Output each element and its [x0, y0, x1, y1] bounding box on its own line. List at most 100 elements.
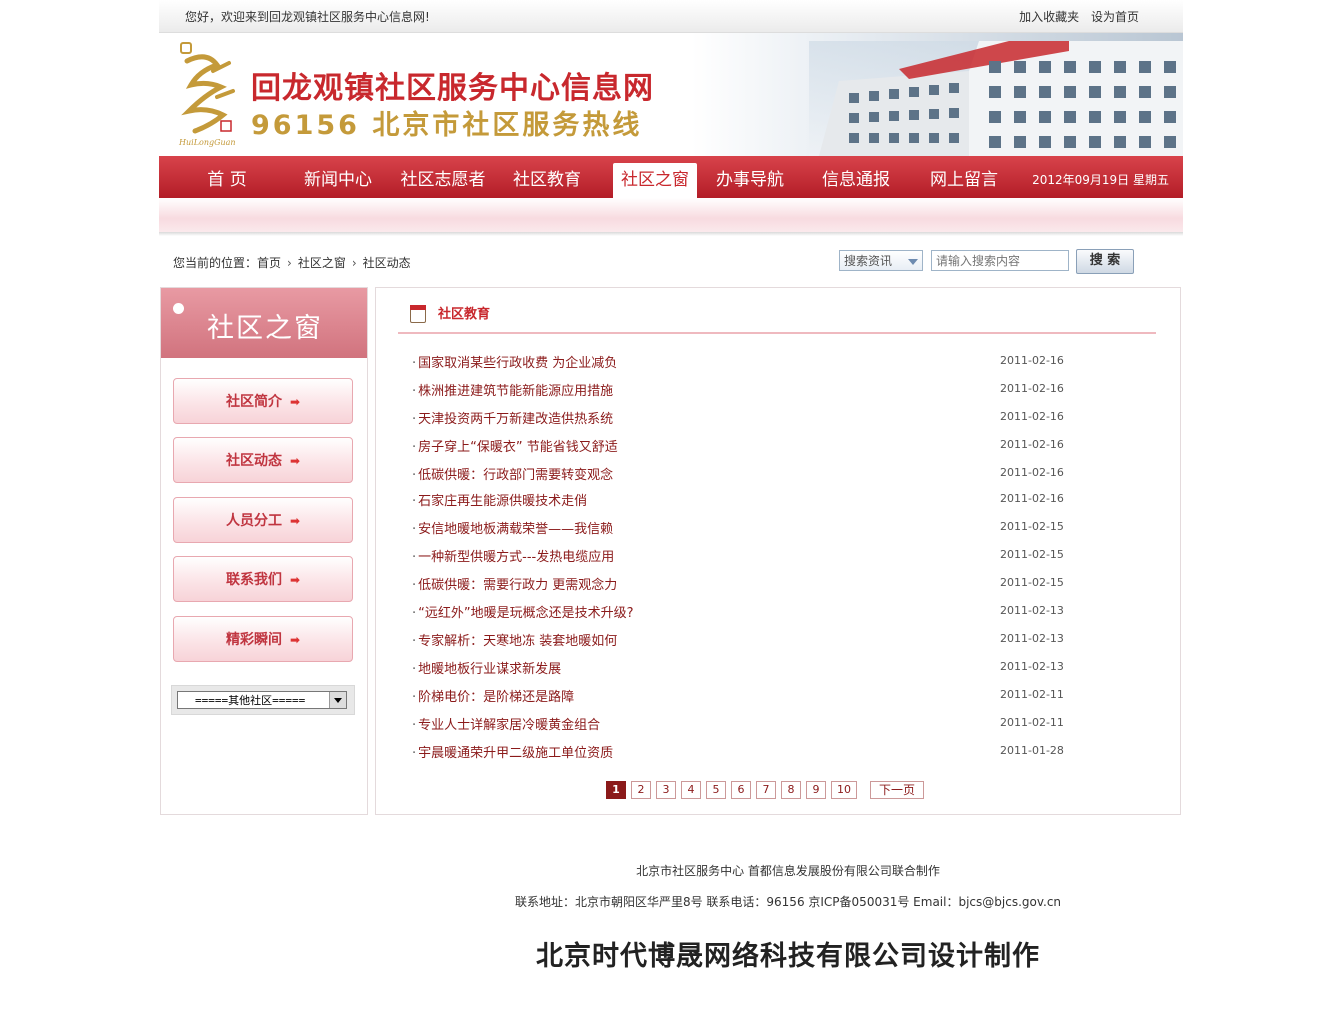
page-link-7[interactable]: 7 — [756, 781, 776, 799]
article-date: 2011-02-16 — [1000, 354, 1064, 367]
article-date: 2011-02-16 — [1000, 382, 1064, 395]
set-homepage-link[interactable]: 设为首页 — [1091, 10, 1139, 24]
sidebar-item-contact[interactable]: 联系我们 ➡ — [173, 556, 353, 602]
other-community-box: =====其他社区===== — [171, 685, 355, 715]
article-title-link[interactable]: 房子穿上“保暖衣” 节能省钱又舒适 — [412, 436, 618, 455]
article-title-link[interactable]: 低碳供暖：需要行政力 更需观念力 — [412, 574, 617, 593]
page-link-6[interactable]: 6 — [731, 781, 751, 799]
search-input[interactable] — [931, 250, 1069, 271]
list-item: 国家取消某些行政收费 为企业减负 2011-02-16 — [412, 352, 1112, 372]
breadcrumb-current: 社区动态 — [362, 256, 411, 270]
page-link-10[interactable]: 10 — [831, 781, 857, 799]
article-title-link[interactable]: 地暖地板行业谋求新发展 — [412, 658, 561, 677]
article-title-link[interactable]: 低碳供暖：行政部门需要转变观念 — [412, 464, 613, 483]
article-date: 2011-02-13 — [1000, 632, 1064, 645]
page-link-9[interactable]: 9 — [806, 781, 826, 799]
top-bar: 您好，欢迎来到回龙观镇社区服务中心信息网! 加入收藏夹 设为首页 — [159, 0, 1183, 33]
list-item: 安信地暖地板满载荣誉——我信赖 2011-02-15 — [412, 518, 1112, 538]
breadcrumb: 您当前的位置：首页 › 社区之窗 › 社区动态 — [173, 254, 411, 271]
article-date: 2011-02-13 — [1000, 604, 1064, 617]
sidebar-title: 社区之窗 — [207, 313, 323, 344]
section-header: 社区教育 — [398, 302, 1156, 334]
building-image — [809, 41, 1183, 156]
footer-contact: 联系地址：北京市朝阳区华严里8号 联系电话：96156 京ICP备050031号… — [514, 895, 1062, 909]
sidebar-item-news[interactable]: 社区动态 ➡ — [173, 437, 353, 483]
divider — [159, 232, 1183, 236]
dragon-logo: HuiLongGuan — [178, 42, 236, 147]
calendar-icon — [410, 305, 426, 323]
article-date: 2011-02-11 — [1000, 688, 1064, 701]
sidebar-item-label: 精彩瞬间 — [225, 632, 282, 648]
page-link-1[interactable]: 1 — [606, 781, 626, 799]
list-item: 低碳供暖：行政部门需要转变观念 2011-02-16 — [412, 464, 1112, 484]
welcome-text: 您好，欢迎来到回龙观镇社区服务中心信息网! — [185, 10, 430, 24]
add-favorite-link[interactable]: 加入收藏夹 — [1019, 10, 1079, 24]
sidebar-header: 社区之窗 — [161, 288, 367, 358]
nav-notice[interactable]: 信息通报 — [813, 163, 899, 198]
list-item: 地暖地板行业谋求新发展 2011-02-13 — [412, 658, 1112, 678]
arrow-right-icon: ➡ — [289, 633, 301, 647]
article-title-link[interactable]: 安信地暖地板满载荣誉——我信赖 — [412, 518, 613, 537]
arrow-right-icon: ➡ — [289, 514, 301, 528]
article-title-link[interactable]: 石家庄再生能源供暖技术走俏 — [412, 490, 587, 509]
article-title-link[interactable]: 天津投资两千万新建改造供热系统 — [412, 408, 613, 427]
sidebar-item-label: 社区动态 — [225, 453, 282, 469]
list-item: 阶梯电价：是阶梯还是路障 2011-02-11 — [412, 686, 1112, 706]
page-link-4[interactable]: 4 — [681, 781, 701, 799]
article-title-link[interactable]: 国家取消某些行政收费 为企业减负 — [412, 352, 617, 371]
article-title-link[interactable]: 专家解析：天寒地冻 装套地暖如何 — [412, 630, 617, 649]
article-date: 2011-02-16 — [1000, 492, 1064, 505]
hotline-title: 96156 北京市社区服务热线 — [251, 110, 643, 141]
article-date: 2011-02-15 — [1000, 576, 1064, 589]
banner: HuiLongGuan 回龙观镇社区服务中心信息网 96156 北京市社区服务热… — [159, 33, 1183, 156]
article-date: 2011-02-16 — [1000, 438, 1064, 451]
arrow-right-icon: ➡ — [289, 395, 301, 409]
article-title-link[interactable]: 阶梯电价：是阶梯还是路障 — [412, 686, 574, 705]
arrow-right-icon: ➡ — [289, 573, 301, 587]
article-date: 2011-02-16 — [1000, 466, 1064, 479]
article-title-link[interactable]: 宇晨暖通荣升甲二级施工单位资质 — [412, 742, 613, 761]
page-link-5[interactable]: 5 — [706, 781, 726, 799]
chevron-down-icon — [908, 259, 918, 265]
sidebar-item-intro[interactable]: 社区简介 ➡ — [173, 378, 353, 424]
sidebar-item-gallery[interactable]: 精彩瞬间 ➡ — [173, 616, 353, 662]
page-link-3[interactable]: 3 — [656, 781, 676, 799]
sidebar-item-label: 社区简介 — [225, 394, 282, 410]
list-item: 石家庄再生能源供暖技术走俏 2011-02-16 — [412, 490, 1112, 510]
page-link-2[interactable]: 2 — [631, 781, 651, 799]
nav-community-window[interactable]: 社区之窗 — [613, 163, 697, 198]
sidebar-item-staff[interactable]: 人员分工 ➡ — [173, 497, 353, 543]
list-item: 一种新型供暖方式---发热电缆应用 2011-02-15 — [412, 546, 1112, 566]
nav-volunteer[interactable]: 社区志愿者 — [391, 163, 495, 198]
nav-message[interactable]: 网上留言 — [921, 163, 1007, 198]
nav-guide[interactable]: 办事导航 — [707, 163, 793, 198]
article-date: 2011-02-15 — [1000, 548, 1064, 561]
page-link-8[interactable]: 8 — [781, 781, 801, 799]
article-title-link[interactable]: 专业人士详解家居冷暖黄金组合 — [412, 714, 600, 733]
main-panel: 社区教育 国家取消某些行政收费 为企业减负 2011-02-16 株洲推进建筑节能新… — [375, 287, 1181, 815]
next-page-button[interactable]: 下一页 — [870, 781, 924, 799]
breadcrumb-home[interactable]: 首页 — [257, 256, 281, 270]
logo-text: HuiLongGuan — [178, 138, 236, 147]
nav-home[interactable]: 首 页 — [179, 163, 275, 198]
breadcrumb-community-window[interactable]: 社区之窗 — [298, 256, 346, 270]
list-item: 专业人士详解家居冷暖黄金组合 2011-02-11 — [412, 714, 1112, 734]
list-item: 专家解析：天寒地冻 装套地暖如何 2011-02-13 — [412, 630, 1112, 650]
other-community-select[interactable]: =====其他社区===== — [177, 691, 347, 709]
current-date: 2012年09月19日 星期五 — [1032, 173, 1169, 187]
article-title-link[interactable]: “远红外”地暖是玩概念还是技术升级? — [412, 602, 633, 621]
sidebar-item-label: 联系我们 — [225, 572, 282, 588]
search-category-value: 搜索资讯 — [844, 254, 893, 268]
nav-news[interactable]: 新闻中心 — [295, 163, 381, 198]
search-button[interactable]: 搜 索 — [1076, 249, 1134, 274]
dot-icon — [173, 303, 184, 314]
main-nav: 首 页 新闻中心 社区志愿者 社区教育 社区之窗 办事导航 信息通报 网上留言 … — [159, 156, 1183, 198]
search-category-select[interactable]: 搜索资讯 — [839, 250, 923, 271]
list-item: 天津投资两千万新建改造供热系统 2011-02-16 — [412, 408, 1112, 428]
article-title-link[interactable]: 株洲推进建筑节能新能源应用措施 — [412, 380, 613, 399]
chevron-down-icon — [329, 692, 346, 708]
nav-education[interactable]: 社区教育 — [503, 163, 591, 198]
article-title-link[interactable]: 一种新型供暖方式---发热电缆应用 — [412, 546, 614, 565]
list-item: “远红外”地暖是玩概念还是技术升级? 2011-02-13 — [412, 602, 1112, 622]
article-date: 2011-01-28 — [1000, 744, 1064, 757]
